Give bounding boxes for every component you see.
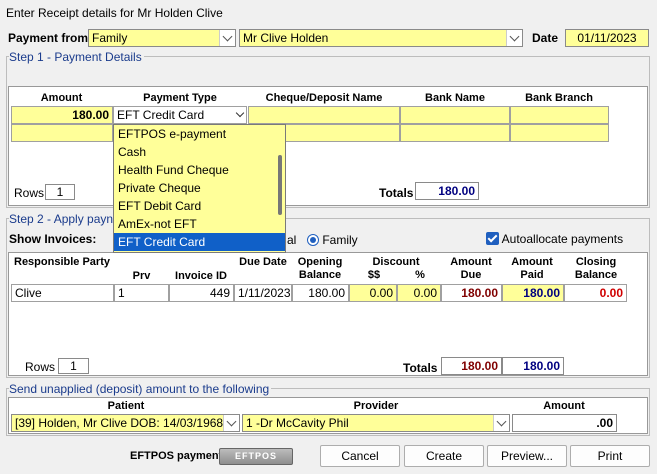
dropdown-option[interactable]: Private Cheque (114, 179, 285, 197)
radio-family-label: Family (322, 233, 358, 247)
eftpos-label: EFTPOS payment (130, 450, 223, 462)
patient-combo[interactable]: [39] Holden, Mr Clive DOB: 14/03/1968 (11, 414, 240, 432)
row-due-date: 1/11/2023 (234, 284, 292, 302)
unapplied-title: Send unapplied (deposit) amount to the f… (9, 382, 272, 396)
radio-individual-label[interactable]: al (287, 233, 296, 247)
cheque-name-cell[interactable] (248, 106, 400, 124)
col-cheque-name: Cheque/Deposit Name (265, 92, 383, 104)
col-opening-balance: Opening Balance (297, 256, 343, 281)
col-discount: Discount (372, 256, 420, 268)
totals-paid: 180.00 (502, 357, 564, 375)
provider-combo[interactable]: 1 -Dr McCavity Phil (242, 414, 510, 432)
dropdown-option[interactable]: Health Fund Cheque (114, 161, 285, 179)
payment-type-value: EFT Credit Card (117, 108, 205, 122)
col-invoice-id: Invoice ID (175, 270, 227, 282)
chevron-down-icon[interactable] (493, 415, 509, 431)
rows-field[interactable]: 1 (45, 184, 75, 200)
col-provider: Provider (353, 400, 399, 412)
bank-branch-cell[interactable] (510, 106, 609, 124)
payment-type-dropdown[interactable]: EFTPOS e-payment Cash Health Fund Cheque… (113, 124, 286, 253)
person-combo[interactable]: Mr Clive Holden (239, 29, 523, 47)
dropdown-option[interactable]: EFTPOS e-payment (114, 125, 285, 143)
show-invoices-label: Show Invoices: (9, 232, 97, 246)
bank-name-cell[interactable] (400, 106, 510, 124)
dropdown-option[interactable]: EFT Debit Card (114, 197, 285, 215)
autoallocate-label: Autoallocate payments (501, 232, 624, 246)
row-prv: 1 (114, 284, 169, 302)
unapplied-amount[interactable]: .00 (512, 414, 617, 432)
col-party: Responsible Party (14, 256, 110, 268)
eftpos-logo-icon[interactable]: EFTPOS (219, 448, 293, 465)
dropdown-scrollbar[interactable] (278, 155, 282, 215)
date-label: Date (532, 31, 559, 45)
row-amount-due: 180.00 (441, 284, 502, 302)
rows-label: Rows (14, 186, 45, 200)
row-amount-paid[interactable]: 180.00 (502, 284, 564, 302)
col-prv: Prv (132, 270, 151, 282)
payment-type-combo[interactable]: EFT Credit Card (113, 106, 247, 124)
row-invoice-id: 449 (169, 284, 234, 302)
autoallocate-checkbox[interactable]: Autoallocate payments (486, 232, 623, 246)
checkbox-checked-icon[interactable] (486, 232, 499, 245)
window-title: Enter Receipt details for Mr Holden Cliv… (6, 6, 223, 20)
cancel-button[interactable]: Cancel (320, 445, 400, 467)
col-payment-type: Payment Type (143, 92, 217, 104)
amount-cell-2[interactable] (11, 124, 113, 142)
step2-title: Step 2 - Apply payn (9, 212, 116, 226)
bank-name-cell-2[interactable] (400, 124, 510, 142)
chevron-down-icon[interactable] (235, 108, 245, 118)
bank-branch-cell-2[interactable] (510, 124, 609, 142)
row-discount-dollars[interactable]: 0.00 (349, 284, 397, 302)
step1-title: Step 1 - Payment Details (9, 50, 144, 64)
col-discount-dollars: $$ (367, 269, 381, 281)
row-opening-balance: 180.00 (292, 284, 349, 302)
totals-label-2: Totals (403, 361, 438, 375)
date-field[interactable]: 01/11/2023 (565, 29, 649, 47)
col-amount-paid: Amount Paid (511, 256, 553, 281)
create-button[interactable]: Create (404, 445, 484, 467)
dropdown-option[interactable]: AmEx-not EFT (114, 215, 285, 233)
col-amount: Amount (40, 92, 83, 104)
dropdown-option-selected[interactable]: EFT Credit Card (114, 233, 285, 251)
preview-button[interactable]: Preview... (487, 445, 567, 467)
print-button[interactable]: Print (570, 445, 650, 467)
amount-cell[interactable]: 180.00 (11, 106, 113, 124)
payment-from-value: Family (92, 31, 128, 45)
provider-value: 1 -Dr McCavity Phil (246, 416, 349, 430)
row-closing-balance: 0.00 (564, 284, 627, 302)
chevron-down-icon[interactable] (219, 30, 235, 46)
row-party: Clive (11, 284, 114, 302)
col-amount-unapplied: Amount (543, 400, 585, 412)
radio-family[interactable]: Family (307, 233, 358, 247)
chevron-down-icon[interactable] (506, 30, 522, 46)
patient-value: [39] Holden, Mr Clive DOB: 14/03/1968 (15, 416, 224, 430)
rows-field-2[interactable]: 1 (58, 358, 89, 374)
rows-label-2: Rows (25, 360, 56, 374)
row-discount-pct[interactable]: 0.00 (397, 284, 441, 302)
dropdown-option[interactable]: Cash (114, 143, 285, 161)
totals-due: 180.00 (441, 357, 502, 375)
person-value: Mr Clive Holden (243, 31, 329, 45)
col-closing-balance: Closing Balance (574, 256, 618, 281)
col-bank-name: Bank Name (425, 92, 485, 104)
col-patient: Patient (107, 400, 145, 412)
col-due-date: Due Date (239, 256, 287, 268)
chevron-down-icon[interactable] (223, 415, 239, 431)
payment-from-combo[interactable]: Family (88, 29, 236, 47)
col-bank-branch: Bank Branch (525, 92, 593, 104)
totals-value: 180.00 (415, 182, 479, 200)
payment-from-label: Payment from (8, 31, 89, 45)
radio-on-icon[interactable] (307, 234, 319, 246)
col-amount-due: Amount Due (450, 256, 492, 281)
col-discount-pct: % (415, 269, 425, 281)
totals-label: Totals (379, 186, 414, 200)
